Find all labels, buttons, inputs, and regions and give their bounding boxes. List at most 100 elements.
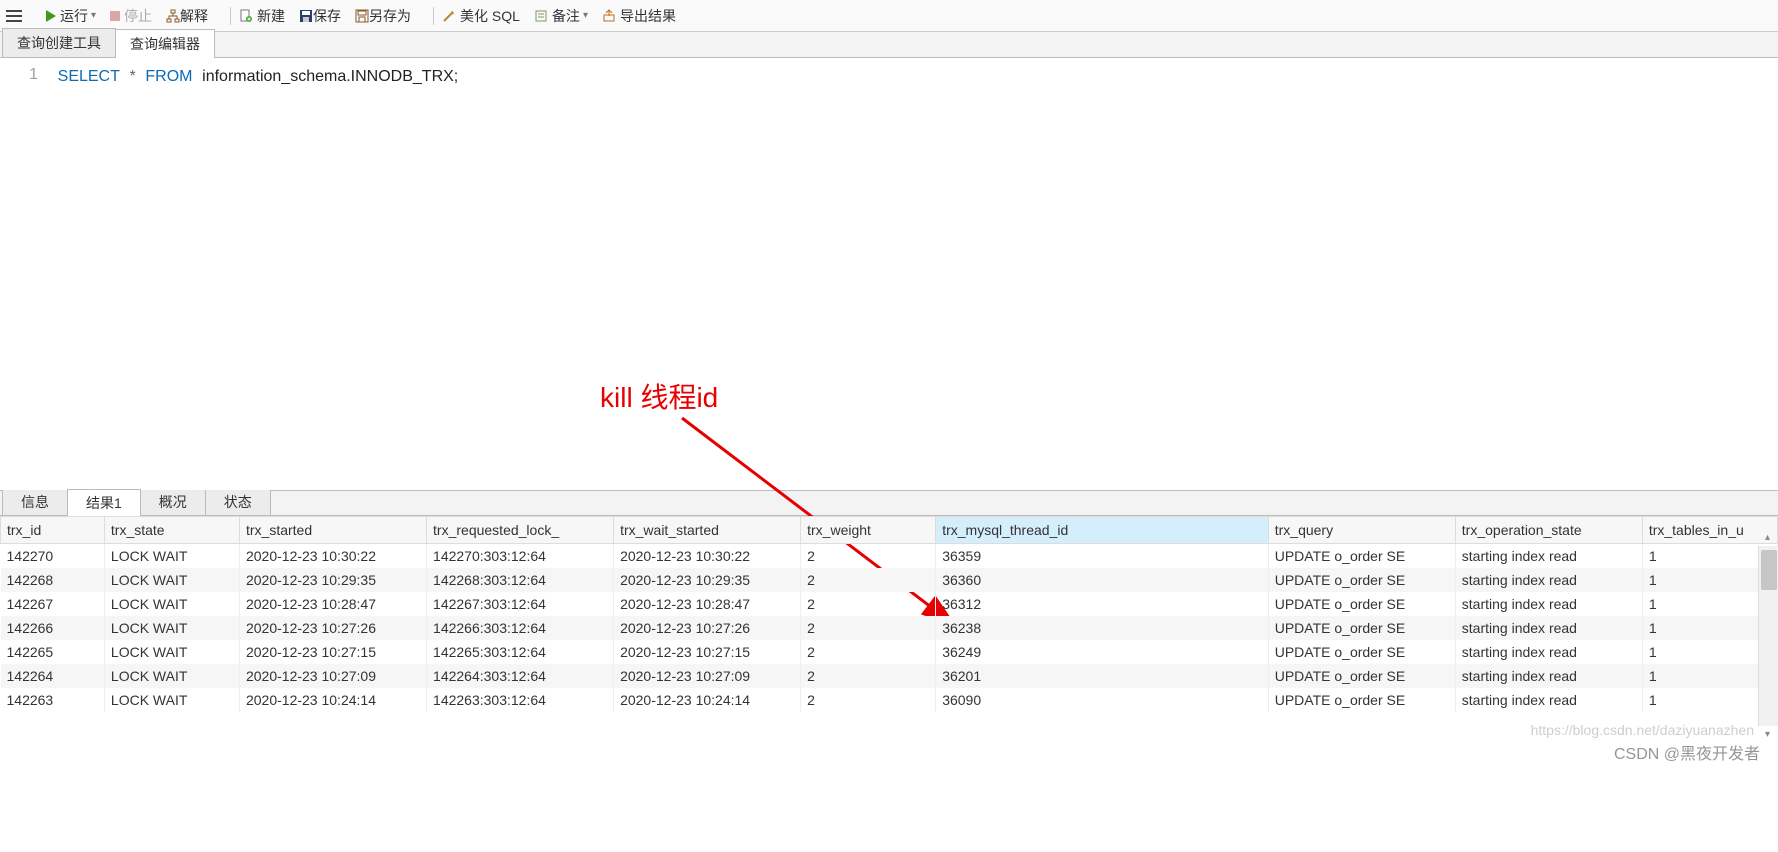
cell-trx_wait_started[interactable]: 2020-12-23 10:27:15 (614, 640, 801, 664)
remark-button[interactable]: 备注▾ (534, 6, 588, 26)
export-button[interactable]: 导出结果 (602, 6, 676, 26)
cell-trx_state[interactable]: LOCK WAIT (104, 640, 239, 664)
scrollbar-thumb[interactable] (1761, 550, 1777, 590)
sql-editor[interactable]: 1 SELECT * FROM information_schema.INNOD… (0, 58, 1778, 490)
cell-trx_query[interactable]: UPDATE o_order SE (1268, 616, 1455, 640)
col-trx-started[interactable]: trx_started (239, 517, 426, 544)
tab-info[interactable]: 信息 (2, 488, 68, 515)
cell-trx_wait_started[interactable]: 2020-12-23 10:28:47 (614, 592, 801, 616)
cell-trx_state[interactable]: LOCK WAIT (104, 664, 239, 688)
scroll-up-icon[interactable]: ▴ (1765, 532, 1770, 543)
cell-trx_started[interactable]: 2020-12-23 10:28:47 (239, 592, 426, 616)
cell-trx_requested_lock[interactable]: 142268:303:12:64 (427, 568, 614, 592)
cell-trx_requested_lock[interactable]: 142263:303:12:64 (427, 688, 614, 712)
explain-button[interactable]: 解释 (166, 6, 208, 26)
cell-trx_wait_started[interactable]: 2020-12-23 10:29:35 (614, 568, 801, 592)
cell-trx_operation_state[interactable]: starting index read (1455, 664, 1642, 688)
col-trx-weight[interactable]: trx_weight (801, 517, 936, 544)
col-trx-query[interactable]: trx_query (1268, 517, 1455, 544)
cell-trx_requested_lock[interactable]: 142270:303:12:64 (427, 544, 614, 569)
cell-trx_requested_lock[interactable]: 142265:303:12:64 (427, 640, 614, 664)
col-trx-wait-started[interactable]: trx_wait_started (614, 517, 801, 544)
cell-trx_query[interactable]: UPDATE o_order SE (1268, 544, 1455, 569)
stop-button[interactable]: 停止 (110, 6, 152, 26)
cell-trx_operation_state[interactable]: starting index read (1455, 688, 1642, 712)
cell-trx_query[interactable]: UPDATE o_order SE (1268, 640, 1455, 664)
cell-trx_id[interactable]: 142267 (1, 592, 105, 616)
col-trx-state[interactable]: trx_state (104, 517, 239, 544)
cell-trx_mysql_thread_id[interactable]: 36201 (936, 664, 1269, 688)
cell-trx_operation_state[interactable]: starting index read (1455, 544, 1642, 569)
table-row[interactable]: 142267LOCK WAIT2020-12-23 10:28:47142267… (1, 592, 1778, 616)
cell-trx_state[interactable]: LOCK WAIT (104, 592, 239, 616)
col-trx-requested-lock[interactable]: trx_requested_lock_ (427, 517, 614, 544)
cell-trx_weight[interactable]: 2 (801, 592, 936, 616)
cell-trx_weight[interactable]: 2 (801, 544, 936, 569)
cell-trx_query[interactable]: UPDATE o_order SE (1268, 568, 1455, 592)
tab-query-editor[interactable]: 查询编辑器 (115, 29, 215, 58)
cell-trx_wait_started[interactable]: 2020-12-23 10:30:22 (614, 544, 801, 569)
table-row[interactable]: 142268LOCK WAIT2020-12-23 10:29:35142268… (1, 568, 1778, 592)
col-trx-mysql-thread-id[interactable]: trx_mysql_thread_id (936, 517, 1269, 544)
cell-trx_mysql_thread_id[interactable]: 36312 (936, 592, 1269, 616)
cell-trx_operation_state[interactable]: starting index read (1455, 616, 1642, 640)
tab-status[interactable]: 状态 (205, 488, 271, 515)
table-row[interactable]: 142263LOCK WAIT2020-12-23 10:24:14142263… (1, 688, 1778, 712)
cell-trx_weight[interactable]: 2 (801, 568, 936, 592)
cell-trx_requested_lock[interactable]: 142266:303:12:64 (427, 616, 614, 640)
cell-trx_wait_started[interactable]: 2020-12-23 10:27:26 (614, 616, 801, 640)
result-grid[interactable]: trx_id trx_state trx_started trx_request… (0, 516, 1778, 712)
cell-trx_weight[interactable]: 2 (801, 616, 936, 640)
cell-trx_state[interactable]: LOCK WAIT (104, 544, 239, 569)
run-button[interactable]: 运行▾ (46, 6, 96, 26)
cell-trx_id[interactable]: 142265 (1, 640, 105, 664)
cell-trx_mysql_thread_id[interactable]: 36090 (936, 688, 1269, 712)
cell-trx_weight[interactable]: 2 (801, 664, 936, 688)
table-row[interactable]: 142264LOCK WAIT2020-12-23 10:27:09142264… (1, 664, 1778, 688)
tab-result1[interactable]: 结果1 (67, 489, 141, 516)
cell-trx_started[interactable]: 2020-12-23 10:24:14 (239, 688, 426, 712)
cell-trx_state[interactable]: LOCK WAIT (104, 568, 239, 592)
save-button[interactable]: 保存 (299, 6, 341, 26)
cell-trx_mysql_thread_id[interactable]: 36360 (936, 568, 1269, 592)
table-row[interactable]: 142270LOCK WAIT2020-12-23 10:30:22142270… (1, 544, 1778, 569)
cell-trx_started[interactable]: 2020-12-23 10:29:35 (239, 568, 426, 592)
cell-trx_started[interactable]: 2020-12-23 10:27:26 (239, 616, 426, 640)
scroll-down-icon[interactable]: ▾ (1765, 729, 1770, 740)
cell-trx_state[interactable]: LOCK WAIT (104, 616, 239, 640)
vertical-scrollbar[interactable]: ▴ ▾ (1758, 546, 1778, 726)
cell-trx_wait_started[interactable]: 2020-12-23 10:27:09 (614, 664, 801, 688)
cell-trx_id[interactable]: 142268 (1, 568, 105, 592)
cell-trx_started[interactable]: 2020-12-23 10:27:15 (239, 640, 426, 664)
cell-trx_mysql_thread_id[interactable]: 36238 (936, 616, 1269, 640)
tab-query-creator[interactable]: 查询创建工具 (2, 28, 116, 57)
cell-trx_state[interactable]: LOCK WAIT (104, 688, 239, 712)
cell-trx_requested_lock[interactable]: 142267:303:12:64 (427, 592, 614, 616)
cell-trx_operation_state[interactable]: starting index read (1455, 592, 1642, 616)
cell-trx_weight[interactable]: 2 (801, 688, 936, 712)
col-trx-operation-state[interactable]: trx_operation_state (1455, 517, 1642, 544)
cell-trx_wait_started[interactable]: 2020-12-23 10:24:14 (614, 688, 801, 712)
cell-trx_query[interactable]: UPDATE o_order SE (1268, 592, 1455, 616)
cell-trx_query[interactable]: UPDATE o_order SE (1268, 688, 1455, 712)
cell-trx_operation_state[interactable]: starting index read (1455, 640, 1642, 664)
table-row[interactable]: 142265LOCK WAIT2020-12-23 10:27:15142265… (1, 640, 1778, 664)
new-button[interactable]: 新建 (239, 6, 285, 26)
cell-trx_query[interactable]: UPDATE o_order SE (1268, 664, 1455, 688)
cell-trx_requested_lock[interactable]: 142264:303:12:64 (427, 664, 614, 688)
cell-trx_mysql_thread_id[interactable]: 36359 (936, 544, 1269, 569)
cell-trx_operation_state[interactable]: starting index read (1455, 568, 1642, 592)
beautify-button[interactable]: 美化 SQL (442, 6, 520, 26)
cell-trx_id[interactable]: 142270 (1, 544, 105, 569)
col-trx-id[interactable]: trx_id (1, 517, 105, 544)
cell-trx_started[interactable]: 2020-12-23 10:30:22 (239, 544, 426, 569)
cell-trx_weight[interactable]: 2 (801, 640, 936, 664)
saveas-button[interactable]: 另存为 (355, 6, 411, 26)
table-row[interactable]: 142266LOCK WAIT2020-12-23 10:27:26142266… (1, 616, 1778, 640)
col-trx-tables-in-u[interactable]: trx_tables_in_u (1642, 517, 1777, 544)
cell-trx_id[interactable]: 142264 (1, 664, 105, 688)
cell-trx_id[interactable]: 142266 (1, 616, 105, 640)
cell-trx_started[interactable]: 2020-12-23 10:27:09 (239, 664, 426, 688)
cell-trx_mysql_thread_id[interactable]: 36249 (936, 640, 1269, 664)
tab-profile[interactable]: 概况 (140, 488, 206, 515)
